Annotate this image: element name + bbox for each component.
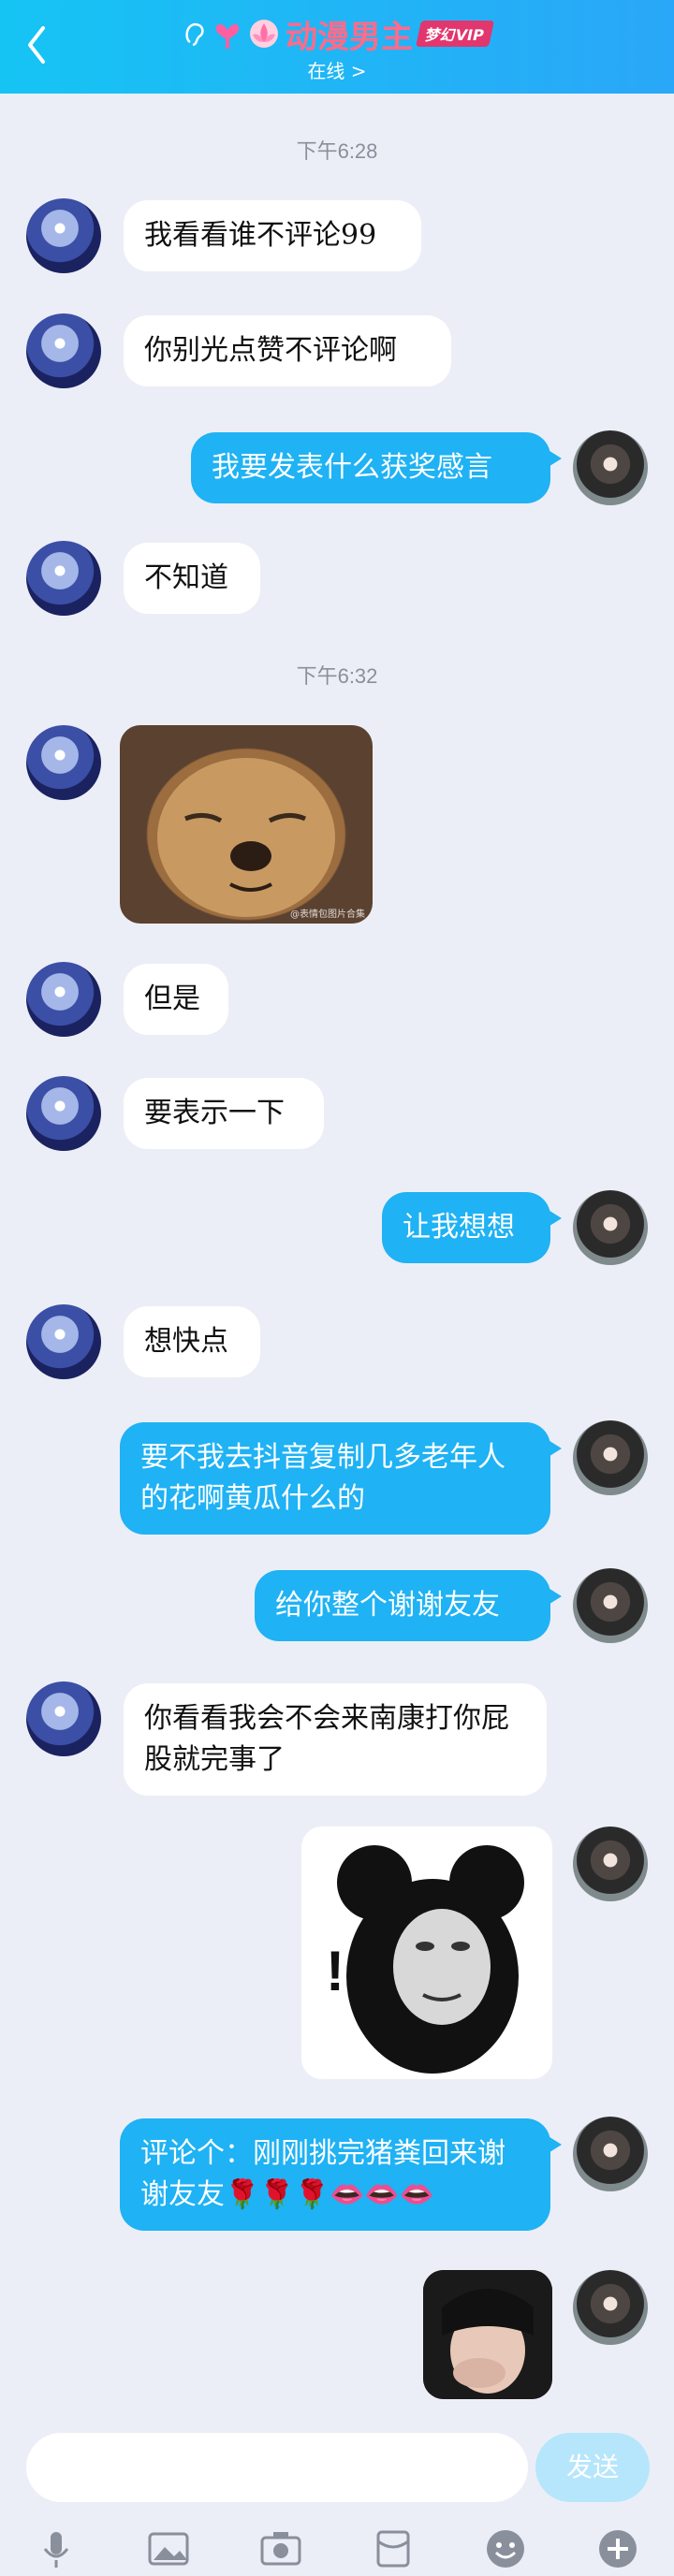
- avatar-left[interactable]: [26, 962, 101, 1037]
- avatar-left[interactable]: [26, 313, 101, 388]
- avatar-self[interactable]: [573, 1420, 648, 1495]
- vip-badge: 梦幻VIP: [415, 21, 495, 47]
- avatar-self[interactable]: [573, 2270, 648, 2345]
- message-bubble-left[interactable]: 我看看谁不评论99: [124, 200, 421, 271]
- exclamation-mark: !: [326, 1940, 344, 2002]
- avatar-left[interactable]: [26, 1304, 101, 1379]
- heart-key-icon: [215, 23, 240, 49]
- avatar-self[interactable]: [573, 2117, 648, 2191]
- input-bar: 发送: [0, 2414, 674, 2576]
- message-bubble-right[interactable]: 我要发表什么获奖感言: [191, 432, 562, 503]
- message-bubble-left[interactable]: 不知道: [124, 543, 260, 614]
- avatar-left[interactable]: [26, 541, 101, 616]
- avatar-left[interactable]: [26, 198, 101, 273]
- online-status[interactable]: 在线 >: [150, 56, 524, 83]
- avatar-left[interactable]: [26, 725, 101, 800]
- message-bubble-left[interactable]: 要表示一下: [124, 1078, 324, 1149]
- message-input[interactable]: [26, 2433, 528, 2502]
- chat-title: 动漫男主: [285, 18, 413, 56]
- panda-meme-sticker[interactable]: !: [301, 1826, 552, 2079]
- message-bubble-right[interactable]: 给你整个谢谢友友: [255, 1570, 562, 1641]
- chat-header: 动漫男主 梦幻VIP 在线 >: [0, 0, 674, 94]
- avatar-self[interactable]: [573, 1568, 648, 1643]
- avatar-left[interactable]: [26, 1681, 101, 1756]
- message-bubble-left[interactable]: 但是: [124, 964, 228, 1035]
- message-bubble-left[interactable]: 你看看我会不会来南康打你屁股就完事了: [124, 1683, 547, 1796]
- timestamp: 下午6:28: [296, 139, 378, 163]
- timestamp: 下午6:32: [296, 664, 378, 688]
- voice-icon[interactable]: [34, 2526, 79, 2571]
- camera-icon[interactable]: [258, 2526, 303, 2571]
- header-center[interactable]: 动漫男主 梦幻VIP 在线 >: [150, 11, 524, 83]
- sticker-watermark: @表情包图片合集: [290, 910, 365, 920]
- image-icon[interactable]: [146, 2526, 191, 2571]
- covering-face-sticker[interactable]: [423, 2270, 552, 2399]
- avatar-self[interactable]: [573, 1190, 648, 1265]
- message-bubble-right[interactable]: 评论个：刚刚挑完猪粪回来谢谢友友🌹🌹🌹👄👄👄: [120, 2118, 562, 2231]
- squinting-dog-sticker[interactable]: @表情包图片合集: [120, 725, 373, 924]
- face-icon: [423, 2270, 552, 2399]
- message-bubble-right[interactable]: 让我想想: [382, 1192, 562, 1263]
- emoji-icon[interactable]: [483, 2526, 528, 2571]
- avatar-self[interactable]: [573, 1826, 648, 1901]
- send-button[interactable]: 发送: [535, 2433, 650, 2502]
- red-packet-icon[interactable]: [371, 2526, 416, 2571]
- message-bubble-left[interactable]: 想快点: [124, 1306, 260, 1377]
- avatar-self[interactable]: [573, 430, 648, 505]
- avatar-left[interactable]: [26, 1076, 101, 1151]
- message-bubble-right[interactable]: 要不我去抖音复制几多老年人的花啊黄瓜什么的: [120, 1422, 562, 1535]
- message-bubble-left[interactable]: 你别光点赞不评论啊: [124, 315, 451, 386]
- dog-face-icon: [157, 758, 335, 917]
- ear-icon: [185, 22, 204, 47]
- back-arrow-icon[interactable]: [26, 24, 47, 65]
- lotus-icon: [249, 20, 278, 48]
- plus-icon[interactable]: [595, 2526, 640, 2571]
